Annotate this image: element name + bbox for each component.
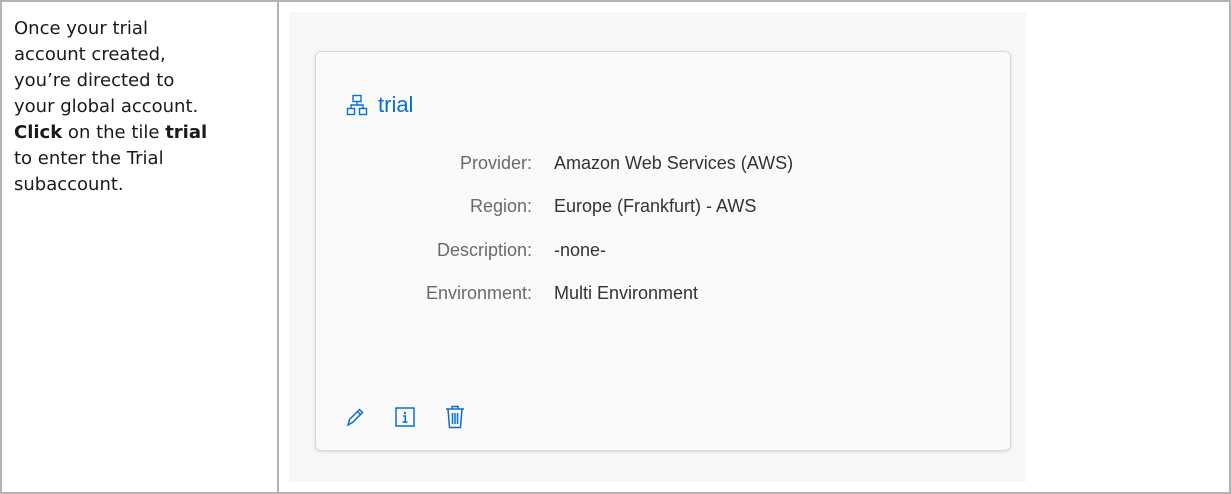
click-emphasis: Click	[14, 122, 63, 143]
screenshot-cell: trial Provider: Amazon Web Services (AWS…	[279, 2, 1229, 492]
description-value: -none-	[554, 240, 607, 260]
instruction-line: subaccount.	[14, 174, 124, 195]
provider-value: Amazon Web Services (AWS)	[554, 153, 794, 173]
instruction-line: you’re directed to	[14, 70, 175, 91]
provider-label: Provider:	[459, 153, 532, 173]
info-icon	[395, 407, 415, 427]
instruction-table: Once your trial account created, you’re …	[0, 0, 1231, 494]
instruction-cell: Once your trial account created, you’re …	[2, 2, 279, 492]
instruction-line: account created,	[14, 44, 166, 65]
region-value: Europe (Frankfurt) - AWS	[554, 196, 757, 216]
instruction-line: your global account.	[14, 96, 199, 117]
subaccount-tile[interactable]: trial Provider: Amazon Web Services (AWS…	[315, 51, 1011, 451]
description-label: Description:	[436, 240, 532, 260]
info-button[interactable]	[394, 404, 416, 430]
environment-label: Environment:	[425, 283, 532, 303]
tile-actions	[344, 404, 466, 430]
instruction-line: Click on the tile trial	[14, 120, 267, 146]
environment-value: Multi Environment	[554, 283, 699, 303]
tile-title: trial	[378, 92, 414, 117]
region-label: Region:	[469, 196, 532, 216]
instruction-fragment: on the tile	[62, 122, 166, 143]
trial-emphasis: trial	[165, 122, 208, 143]
trash-icon	[446, 405, 464, 429]
delete-button[interactable]	[444, 404, 466, 430]
tile-title-link[interactable]: trial	[346, 92, 413, 118]
instruction-line: Once your trial	[14, 18, 148, 39]
screenshot-panel: trial Provider: Amazon Web Services (AWS…	[289, 12, 1026, 482]
hierarchy-icon	[346, 94, 368, 116]
instruction-line: to enter the Trial	[14, 148, 164, 169]
pencil-icon	[346, 408, 364, 427]
instruction-text: Once your trial account created, you’re …	[14, 16, 267, 198]
edit-button[interactable]	[344, 404, 366, 430]
